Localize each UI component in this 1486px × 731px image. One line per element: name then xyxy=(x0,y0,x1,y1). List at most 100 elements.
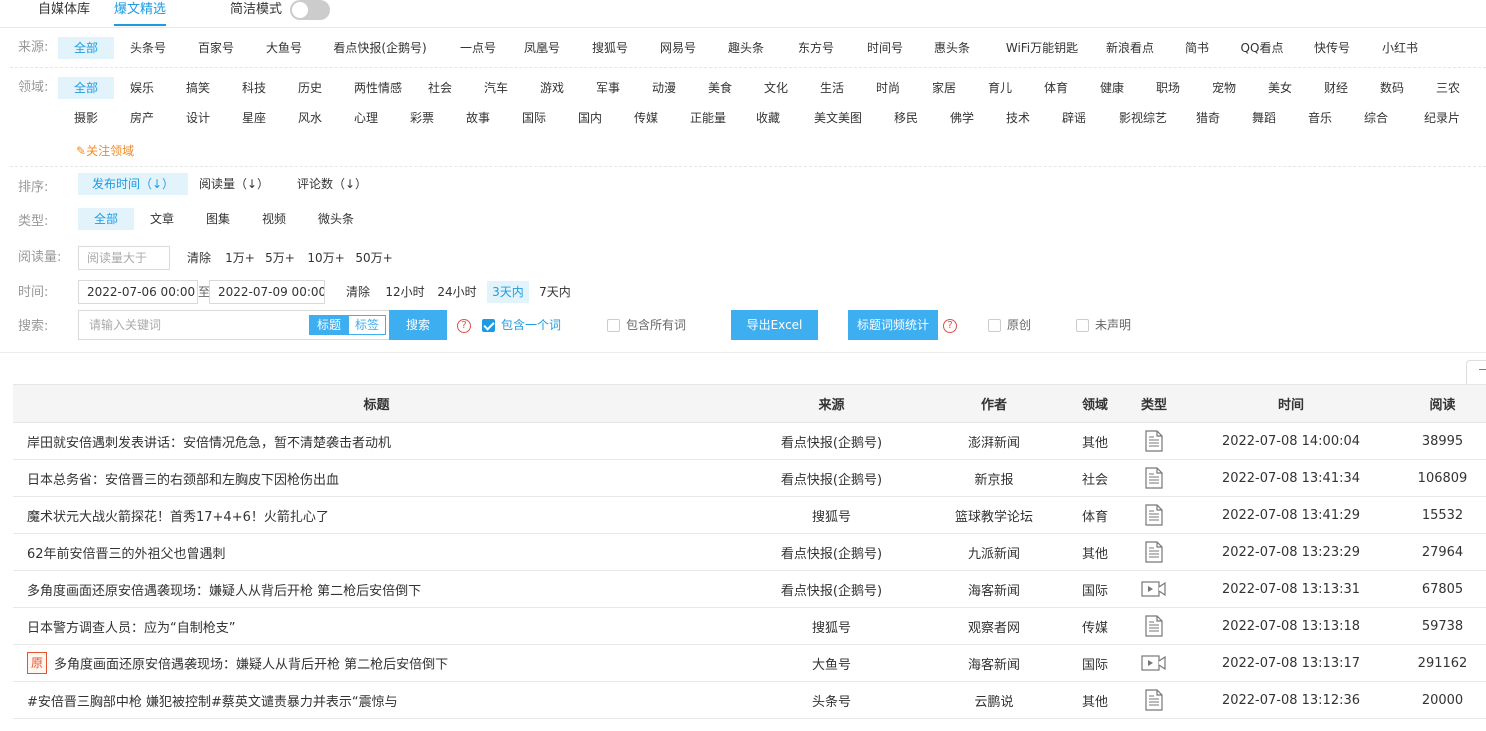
source-option[interactable]: WiFi万能钥匙 xyxy=(996,37,1088,59)
source-option[interactable]: 网易号 xyxy=(648,37,708,59)
title-word-freq-button[interactable]: 标题词频统计 xyxy=(848,310,938,340)
reads-min-input[interactable]: 阅读量大于 xyxy=(78,246,170,270)
source-option[interactable]: QQ看点 xyxy=(1232,37,1292,59)
col-type[interactable]: 类型 xyxy=(1125,384,1183,423)
table-row[interactable]: 岸田就安倍遇刺发表讲话：安倍情况危急，暂不清楚袭击者动机 看点快报(企鹅号) 澎湃新… xyxy=(13,422,1486,460)
focus-domain-link[interactable]: ✎关注领域 xyxy=(76,143,134,159)
domain-option[interactable]: 数码 xyxy=(1370,77,1414,99)
domain-option[interactable]: 舞蹈 xyxy=(1242,107,1286,129)
domain-option[interactable]: 美女 xyxy=(1258,77,1302,99)
reads-clear-button[interactable]: 清除 xyxy=(182,247,216,269)
domain-option[interactable]: 传媒 xyxy=(624,107,668,129)
source-option[interactable]: 大鱼号 xyxy=(254,37,314,59)
sort-reads[interactable]: 阅读量（↓） xyxy=(196,173,272,195)
domain-option[interactable]: 宠物 xyxy=(1202,77,1246,99)
domain-option[interactable]: 技术 xyxy=(996,107,1040,129)
table-row[interactable]: 多角度画面还原安倍遇袭现场：嫌疑人从背后开枪 第二枪后安倍倒下 看点快报(企鹅号)… xyxy=(13,570,1486,608)
col-author[interactable]: 作者 xyxy=(923,384,1065,423)
domain-option[interactable]: 娱乐 xyxy=(120,77,164,99)
sort-publish-time[interactable]: 发布时间（↓） xyxy=(78,173,188,195)
domain-option[interactable]: 动漫 xyxy=(642,77,686,99)
row-title[interactable]: 岸田就安倍遇刺发表讲话：安倍情况危急，暂不清楚袭击者动机 xyxy=(13,422,740,460)
domain-option[interactable]: 全部 xyxy=(58,77,114,99)
domain-option[interactable]: 摄影 xyxy=(64,107,108,129)
type-all[interactable]: 全部 xyxy=(78,208,134,230)
col-title[interactable]: 标题 xyxy=(13,384,740,423)
domain-option[interactable]: 历史 xyxy=(288,77,332,99)
domain-option[interactable]: 两性情感 xyxy=(350,77,406,99)
domain-option[interactable]: 房产 xyxy=(120,107,164,129)
time-7days[interactable]: 7天内 xyxy=(535,281,575,303)
source-option[interactable]: 一点号 xyxy=(448,37,508,59)
domain-option[interactable]: 国际 xyxy=(512,107,556,129)
domain-option[interactable]: 时尚 xyxy=(866,77,910,99)
row-title[interactable]: 日本警方调查人员：应为“自制枪支” xyxy=(13,607,740,645)
domain-option[interactable]: 汽车 xyxy=(474,77,518,99)
domain-option[interactable]: 彩票 xyxy=(400,107,444,129)
domain-option[interactable]: 设计 xyxy=(176,107,220,129)
domain-option[interactable]: 综合 xyxy=(1354,107,1398,129)
domain-option[interactable]: 移民 xyxy=(884,107,928,129)
domain-option[interactable]: 收藏 xyxy=(746,107,790,129)
row-title[interactable]: 多角度画面还原安倍遇袭现场：嫌疑人从背后开枪 第二枪后安倍倒下 xyxy=(13,570,740,608)
table-row[interactable]: #安倍晋三胸部中枪 嫌犯被控制#蔡英文谴责暴力并表示“震惊与 头条号 云鹏说 其他 20… xyxy=(13,681,1486,719)
source-option[interactable]: 东方号 xyxy=(786,37,846,59)
original-checkbox[interactable] xyxy=(988,319,1001,332)
tab-media-library[interactable]: 自媒体库 xyxy=(38,0,90,26)
domain-option[interactable]: 生活 xyxy=(810,77,854,99)
domain-option[interactable]: 三农 xyxy=(1426,77,1470,99)
search-button[interactable]: 搜索 xyxy=(389,310,447,340)
domain-option[interactable]: 正能量 xyxy=(680,107,736,129)
search-scope-title[interactable]: 标题 xyxy=(309,315,349,335)
domain-option[interactable]: 职场 xyxy=(1146,77,1190,99)
help-icon[interactable]: ? xyxy=(457,319,471,333)
domain-option[interactable]: 美文美图 xyxy=(806,107,870,129)
row-title[interactable]: 原多角度画面还原安倍遇袭现场：嫌疑人从背后开枪 第二枪后安倍倒下 xyxy=(13,644,740,682)
domain-option[interactable]: 猎奇 xyxy=(1186,107,1230,129)
type-video[interactable]: 视频 xyxy=(254,208,294,230)
type-article[interactable]: 文章 xyxy=(142,208,182,230)
undeclared-checkbox[interactable] xyxy=(1076,319,1089,332)
help-icon[interactable]: ? xyxy=(943,319,957,333)
col-domain[interactable]: 领域 xyxy=(1065,384,1125,423)
domain-option[interactable]: 财经 xyxy=(1314,77,1358,99)
reads-10k[interactable]: 1万+ xyxy=(224,247,256,269)
col-time[interactable]: 时间 xyxy=(1183,384,1399,423)
source-option[interactable]: 头条号 xyxy=(120,37,176,59)
domain-option[interactable]: 影视综艺 xyxy=(1110,107,1176,129)
source-option[interactable]: 全部 xyxy=(58,37,114,59)
end-date-input[interactable]: 2022-07-09 00:00 xyxy=(209,280,325,304)
time-3days[interactable]: 3天内 xyxy=(487,281,529,303)
contains-one-checkbox[interactable] xyxy=(482,319,495,332)
export-excel-button[interactable]: 导出Excel xyxy=(731,310,818,340)
row-title[interactable]: #安倍晋三胸部中枪 嫌犯被控制#蔡英文谴责暴力并表示“震惊与 xyxy=(13,681,740,719)
source-option[interactable]: 搜狐号 xyxy=(580,37,640,59)
source-option[interactable]: 快传号 xyxy=(1302,37,1362,59)
row-title[interactable]: 魔术状元大战火箭探花！首秀17+4+6！火箭扎心了 xyxy=(13,496,740,534)
source-option[interactable]: 小红书 xyxy=(1372,37,1428,59)
source-option[interactable]: 新浪看点 xyxy=(1098,37,1162,59)
domain-option[interactable]: 音乐 xyxy=(1298,107,1342,129)
type-micro-post[interactable]: 微头条 xyxy=(310,208,362,230)
domain-option[interactable]: 故事 xyxy=(456,107,500,129)
table-row[interactable]: 日本警方调查人员：应为“自制枪支” 搜狐号 观察者网 传媒 2022-07-08 13:… xyxy=(13,607,1486,645)
domain-option[interactable]: 育儿 xyxy=(978,77,1022,99)
reads-50k[interactable]: 5万+ xyxy=(264,247,296,269)
source-option[interactable]: 惠头条 xyxy=(920,37,984,59)
start-date-input[interactable]: 2022-07-06 00:00 xyxy=(78,280,198,304)
domain-option[interactable]: 星座 xyxy=(232,107,276,129)
simple-mode-toggle[interactable] xyxy=(290,0,330,20)
time-24h[interactable]: 24小时 xyxy=(435,281,479,303)
type-gallery[interactable]: 图集 xyxy=(198,208,238,230)
reads-500k[interactable]: 50万+ xyxy=(354,247,394,269)
time-clear-button[interactable]: 清除 xyxy=(341,281,375,303)
row-title[interactable]: 62年前安倍晋三的外祖父也曾遇刺 xyxy=(13,533,740,571)
domain-option[interactable]: 家居 xyxy=(922,77,966,99)
reads-100k[interactable]: 10万+ xyxy=(306,247,346,269)
domain-option[interactable]: 国内 xyxy=(568,107,612,129)
table-row[interactable]: 原多角度画面还原安倍遇袭现场：嫌疑人从背后开枪 第二枪后安倍倒下 大鱼号 海客新闻国… xyxy=(13,644,1486,682)
domain-option[interactable]: 美食 xyxy=(698,77,742,99)
table-row[interactable]: 62年前安倍晋三的外祖父也曾遇刺 看点快报(企鹅号) 九派新闻 其他 2022-07-0… xyxy=(13,533,1486,571)
table-row[interactable]: 日本总务省：安倍晋三的右颈部和左胸皮下因枪伤出血 看点快报(企鹅号) 新京报 社会 20… xyxy=(13,459,1486,497)
domain-option[interactable]: 体育 xyxy=(1034,77,1078,99)
